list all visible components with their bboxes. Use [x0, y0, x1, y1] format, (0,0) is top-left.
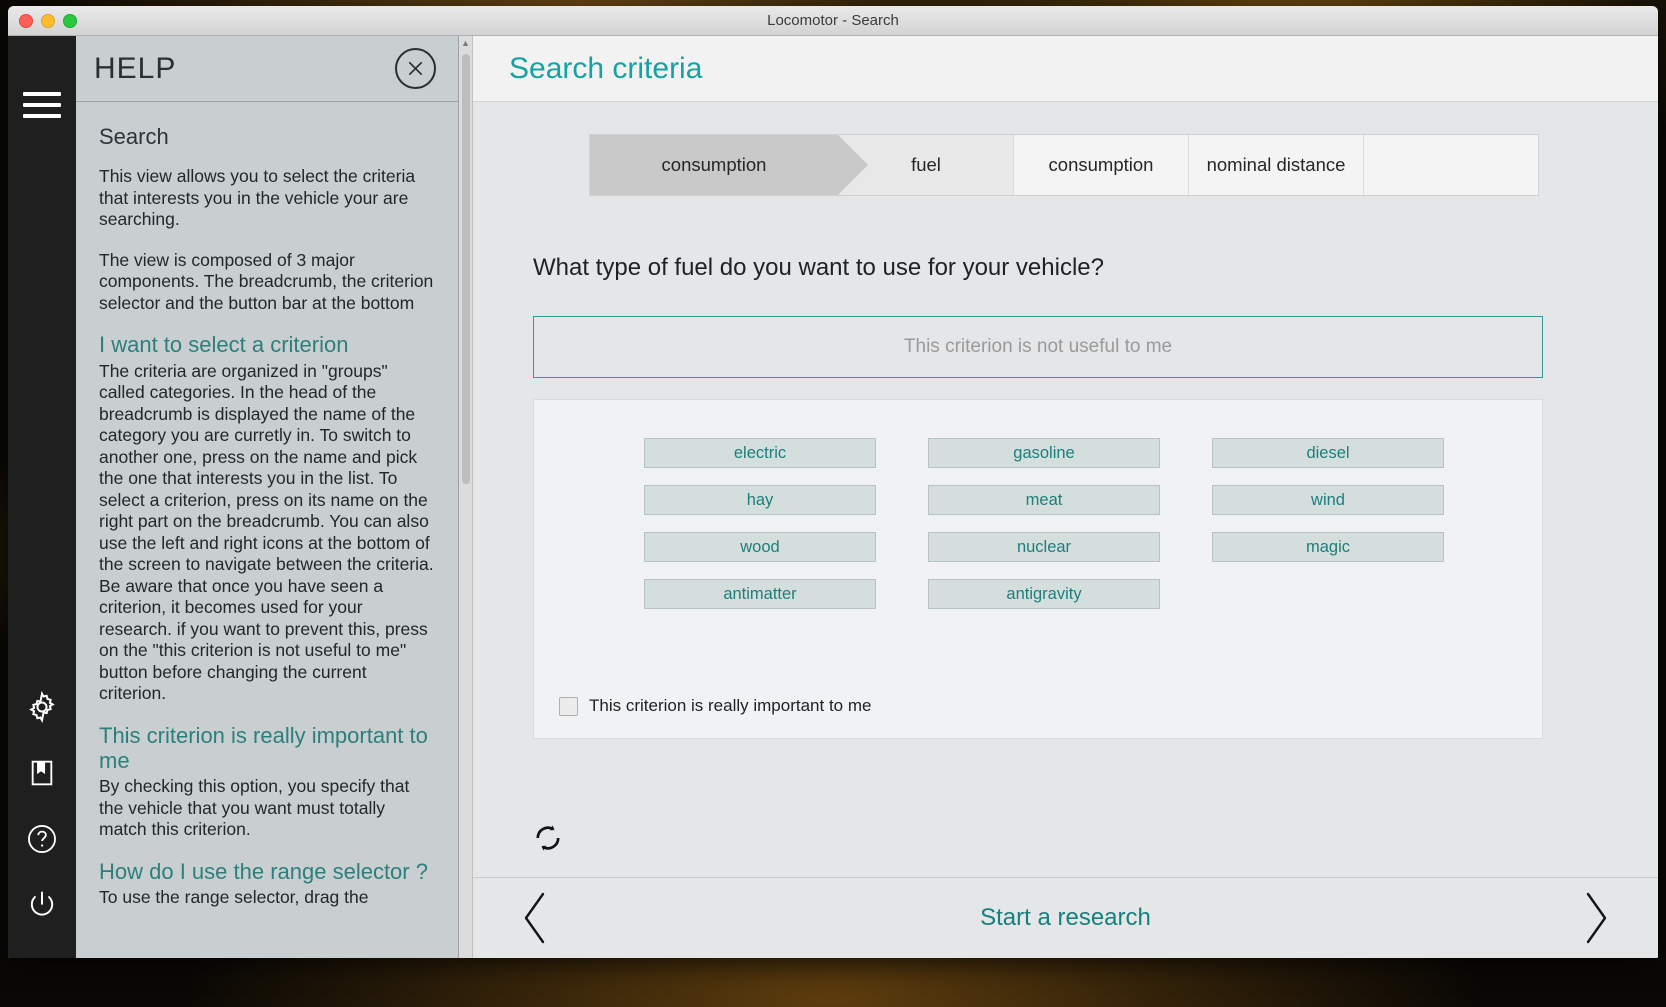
help-title: HELP [94, 51, 177, 85]
help-paragraph: This view allows you to select the crite… [99, 166, 416, 230]
gear-icon[interactable] [8, 674, 76, 740]
window-titlebar: Locomotor - Search [8, 6, 1658, 36]
window-body: HELP Search This view allows you to sele… [8, 36, 1658, 958]
help-section-heading: I want to select a criterion [99, 332, 349, 358]
help-section-heading: How do I use the range selector ? [99, 858, 428, 884]
help-section-heading: Search [99, 124, 169, 149]
option-magic[interactable]: magic [1212, 532, 1444, 562]
application-window: Locomotor - Search HELP Search This view… [8, 6, 1658, 958]
criterion-not-useful-button[interactable]: This criterion is not useful to me [533, 316, 1543, 378]
help-section: I want to select a criterion The criteri… [99, 332, 436, 705]
option-wood[interactable]: wood [644, 532, 876, 562]
help-paragraph: By checking this option, you specify tha… [99, 776, 410, 840]
page-title: Search criteria [509, 51, 703, 85]
book-icon[interactable] [8, 740, 76, 806]
help-paragraph: To use the range selector, drag the [99, 887, 369, 908]
help-section-heading: This criterion is really important to me [99, 722, 428, 773]
breadcrumb-item-empty [1363, 135, 1538, 195]
option-electric[interactable]: electric [644, 438, 876, 468]
criterion-question: What type of fuel do you want to use for… [533, 254, 1104, 281]
option-antimatter[interactable]: antimatter [644, 579, 876, 609]
scroll-up-arrow-icon[interactable]: ▲ [459, 36, 472, 50]
hamburger-menu-icon[interactable] [8, 72, 76, 138]
option-diesel[interactable]: diesel [1212, 438, 1444, 468]
question-mark-circle-icon[interactable] [8, 806, 76, 872]
chevron-right-icon[interactable] [1574, 889, 1618, 947]
chevron-left-icon[interactable] [513, 889, 557, 947]
navigation-rail [8, 36, 76, 958]
help-drawer: HELP Search This view allows you to sele… [76, 36, 459, 958]
refresh-icon[interactable] [531, 821, 565, 855]
breadcrumb-item-consumption[interactable]: consumption [1013, 135, 1188, 195]
help-scrollbar[interactable]: ▲ [459, 36, 473, 958]
option-hay[interactable]: hay [644, 485, 876, 515]
breadcrumb: consumption fuel consumption nominal dis… [589, 134, 1539, 196]
main-header: Search criteria [473, 36, 1658, 102]
rail-top-group [8, 36, 76, 138]
main-pane: Search criteria consumption fuel consump… [473, 36, 1658, 958]
breadcrumb-category-head[interactable]: consumption [590, 135, 868, 195]
option-wind[interactable]: wind [1212, 485, 1444, 515]
breadcrumb-item-nominal-distance[interactable]: nominal distance [1188, 135, 1363, 195]
scrollbar-thumb[interactable] [462, 54, 470, 484]
criterion-selector-panel: electric gasoline diesel hay meat wind w… [533, 399, 1543, 739]
help-section: This criterion is really important to me… [99, 722, 436, 841]
option-gasoline[interactable]: gasoline [928, 438, 1160, 468]
help-paragraph: The criteria are organized in "groups" c… [99, 360, 434, 704]
bottom-button-bar: Start a research [473, 877, 1658, 958]
help-header: HELP [76, 36, 458, 102]
help-content: Search This view allows you to select th… [76, 102, 458, 958]
main-content: consumption fuel consumption nominal dis… [473, 102, 1658, 877]
help-section: Search This view allows you to select th… [99, 124, 436, 314]
power-icon[interactable] [8, 872, 76, 938]
help-section: How do I use the range selector ? To use… [99, 858, 436, 909]
start-research-button[interactable]: Start a research [980, 904, 1151, 932]
screen: Locomotor - Search HELP Search This view… [0, 0, 1666, 1007]
option-nuclear[interactable]: nuclear [928, 532, 1160, 562]
option-meat[interactable]: meat [928, 485, 1160, 515]
important-checkbox-label: This criterion is really important to me [589, 696, 872, 715]
close-icon[interactable] [395, 48, 436, 89]
window-title: Locomotor - Search [767, 12, 899, 29]
important-checkbox-row[interactable]: This criterion is really important to me [559, 696, 871, 716]
important-checkbox[interactable] [559, 696, 578, 716]
help-paragraph: The view is composed of 3 major componen… [99, 249, 434, 313]
option-antigravity[interactable]: antigravity [928, 579, 1160, 609]
option-grid: electric gasoline diesel hay meat wind w… [534, 400, 1542, 609]
